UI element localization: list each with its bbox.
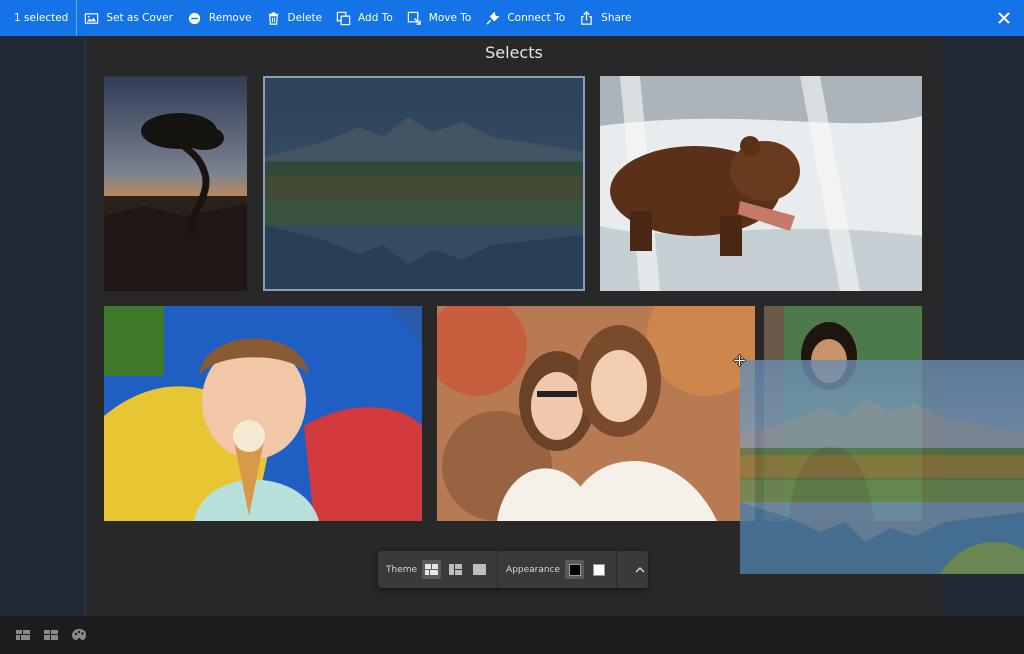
theme-label: Theme [386,564,418,575]
add-to-label: Add To [358,12,393,24]
appearance-group: Appearance [498,551,618,588]
bottom-bar [0,616,1024,654]
single-layout-icon [473,564,487,575]
set-as-cover-button[interactable]: Set as Cover [77,0,180,36]
theme-grid-button[interactable] [446,560,465,579]
delete-label: Delete [287,12,323,24]
album-title: Selects [485,43,543,62]
connect-to-button[interactable]: Connect To [478,0,572,36]
theme-group: Theme [378,551,499,588]
photo-two-girls[interactable] [437,306,755,521]
appearance-light-button[interactable] [589,560,608,579]
palette-icon[interactable] [70,626,88,644]
move-to-label: Move To [428,12,472,24]
photo-tree-sunset[interactable] [104,76,247,291]
theme-single-button[interactable] [470,560,489,579]
move-to-icon [407,11,421,25]
collapse-toolbar-button[interactable] [630,560,649,579]
photo-boy-icecream[interactable] [104,306,422,521]
grid-view-alt-icon[interactable] [42,626,60,644]
grid-layout-icon [449,564,463,575]
trash-icon [268,11,278,25]
light-swatch [592,563,605,576]
delete-button[interactable]: Delete [259,0,330,36]
app-window: 1 selected Set as Cover Remove Delete Ad… [0,0,1024,654]
photo-bear-waterfall[interactable] [600,76,922,291]
mosaic-layout-icon [425,564,439,575]
add-to-button[interactable]: Add To [329,0,400,36]
collapse-group [617,551,657,588]
move-cursor-icon [733,354,746,367]
plug-icon [486,11,500,25]
theme-toolbar: Theme Appearance [378,551,648,588]
share-button[interactable]: Share [572,0,638,36]
action-bar: 1 selected Set as Cover Remove Delete Ad… [0,0,1024,36]
remove-circle-icon [188,12,201,24]
image-icon [85,12,99,24]
move-to-button[interactable]: Move To [400,0,479,36]
drag-ghost-photo[interactable] [740,360,1024,574]
share-icon [581,10,592,25]
dark-swatch [568,563,581,576]
appearance-label: Appearance [506,564,561,575]
chevron-up-icon [635,566,645,572]
selected-count: 1 selected [0,0,78,36]
appearance-dark-button[interactable] [565,560,585,579]
set-as-cover-label: Set as Cover [106,12,173,24]
close-icon[interactable] [996,10,1012,26]
connect-to-label: Connect To [507,12,566,24]
remove-label: Remove [208,12,252,24]
photo-mountain-lake[interactable] [263,76,585,291]
theme-mosaic-button[interactable] [422,560,442,579]
share-label: Share [601,12,632,24]
add-to-icon [336,11,351,25]
left-panel [0,36,86,616]
remove-button[interactable]: Remove [180,0,259,36]
grid-view-icon[interactable] [14,626,32,644]
